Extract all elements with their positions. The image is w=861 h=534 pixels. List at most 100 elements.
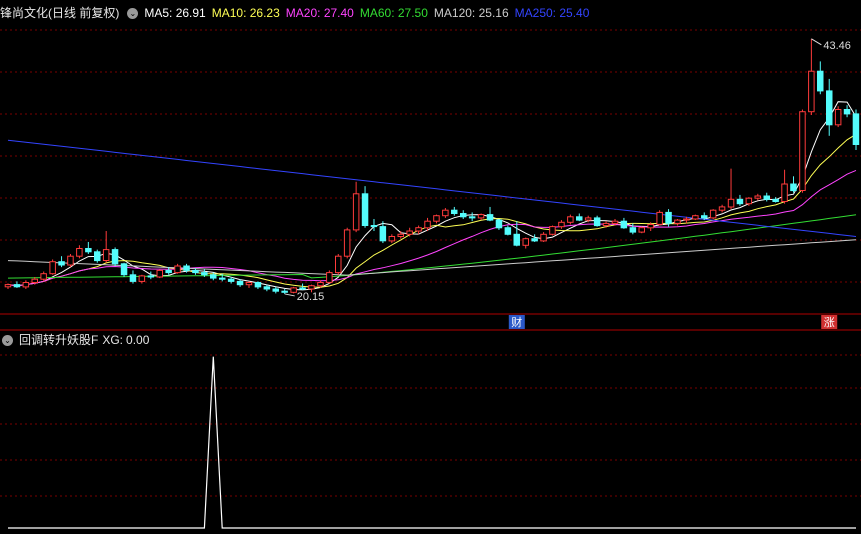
- candle-body: [245, 282, 253, 286]
- candle-body: [727, 198, 735, 208]
- candle-body: [94, 251, 101, 262]
- candle-body: [120, 263, 128, 276]
- candle-body: [76, 248, 83, 257]
- ma120-line: [7, 239, 857, 276]
- candle-body: [754, 195, 761, 199]
- candle-body: [299, 287, 306, 290]
- candle-body: [611, 220, 619, 224]
- candle-body: [477, 214, 485, 219]
- candle-body: [254, 282, 262, 288]
- candle-body: [558, 221, 565, 228]
- indicator-title[interactable]: 回调转升妖股F: [19, 331, 98, 349]
- chevron-down-icon[interactable]: ⌄: [2, 334, 13, 346]
- ma250-label: MA250: 25.40: [514, 6, 590, 20]
- candle-body: [709, 209, 717, 219]
- low-price-label: 20.15: [297, 291, 325, 303]
- candle-body: [549, 226, 556, 235]
- candle-body: [22, 282, 30, 288]
- candle-body: [442, 209, 449, 217]
- candle-body: [629, 227, 637, 233]
- candle-body: [701, 215, 708, 219]
- candle-body: [58, 261, 65, 266]
- candle-body: [343, 229, 351, 257]
- ma60-label: MA60: 27.50: [359, 6, 428, 20]
- candle-body: [370, 225, 378, 228]
- candle-body: [620, 220, 628, 229]
- candle-body: [201, 272, 208, 276]
- event-marker-text: 财: [511, 315, 522, 329]
- candle-body: [468, 216, 476, 219]
- candle-body: [424, 220, 431, 229]
- high-price-label: 43.46: [823, 40, 851, 52]
- candle-body: [799, 111, 806, 191]
- candle-body: [674, 219, 681, 224]
- candle-body: [567, 216, 574, 223]
- candle-body: [263, 286, 271, 290]
- candle-body: [326, 272, 333, 283]
- candle-body: [531, 238, 538, 242]
- candle-body: [308, 285, 315, 290]
- candle-body: [665, 211, 672, 224]
- candle-body: [335, 255, 342, 274]
- ma250-line: [7, 139, 857, 237]
- candle-body: [227, 278, 235, 282]
- candle-body: [49, 261, 56, 275]
- event-marker-text: 涨: [824, 316, 835, 329]
- candle-body: [183, 265, 190, 271]
- candle-body: [817, 70, 824, 92]
- candle-body: [790, 183, 797, 192]
- candle-body: [129, 274, 137, 282]
- candle-body: [165, 269, 172, 274]
- candle-body: [13, 284, 21, 288]
- candle-body: [40, 273, 47, 280]
- candle-body: [433, 215, 440, 222]
- candle-body: [495, 219, 503, 229]
- candle-body: [388, 236, 396, 242]
- kline-chart-svg[interactable]: 43.46 20.15 财 涨: [0, 0, 861, 534]
- candle-body: [834, 109, 842, 126]
- main-chart-header: 锋尚文化(日线 前复权) ⌄ MA5: 26.91 MA10: 26.23 MA…: [0, 4, 595, 22]
- candle-body: [236, 280, 244, 286]
- candle-body: [843, 109, 851, 115]
- candle-body: [111, 249, 119, 265]
- candle-body: [808, 70, 815, 113]
- candle-body: [513, 233, 520, 246]
- ma10-label: MA10: 26.23: [211, 6, 280, 20]
- candle-body: [219, 277, 226, 280]
- candle-body: [763, 195, 770, 200]
- ma20-label: MA20: 27.40: [285, 6, 354, 20]
- candle-body: [4, 284, 12, 288]
- xg-signal-line: [8, 356, 856, 529]
- candle-body: [406, 230, 413, 235]
- ma120-label: MA120: 25.16: [433, 6, 509, 20]
- ma5-label: MA5: 26.91: [144, 6, 206, 20]
- candle-body: [147, 275, 155, 278]
- stock-title[interactable]: 锋尚文化(日线 前复权): [0, 4, 119, 22]
- candle-body: [397, 233, 404, 238]
- chevron-down-icon[interactable]: ⌄: [127, 7, 139, 19]
- xg-label: XG:: [102, 333, 124, 347]
- candle-body: [540, 233, 547, 242]
- high-pointer: [811, 38, 822, 46]
- candle-body: [781, 183, 788, 202]
- candle-body: [352, 193, 360, 231]
- xg-value: 0.00: [126, 333, 150, 347]
- candle-body: [736, 198, 744, 205]
- indicator-header: ⌄ 回调转升妖股F XG: 0.00: [0, 331, 155, 349]
- candle-body: [683, 218, 690, 221]
- candle-body: [602, 222, 610, 227]
- candle-body: [67, 255, 74, 266]
- candle-body: [281, 290, 288, 293]
- candle-body: [638, 227, 645, 233]
- candle-body: [415, 227, 422, 232]
- candle-body: [460, 213, 467, 218]
- candle-body: [486, 214, 494, 221]
- candle-body: [272, 288, 279, 292]
- candle-body: [290, 287, 297, 293]
- candle-body: [504, 227, 512, 235]
- candle-body: [647, 224, 654, 229]
- candle-body: [317, 282, 324, 287]
- candle-body: [593, 217, 601, 227]
- candle-body: [718, 206, 726, 211]
- candle-body: [522, 238, 529, 246]
